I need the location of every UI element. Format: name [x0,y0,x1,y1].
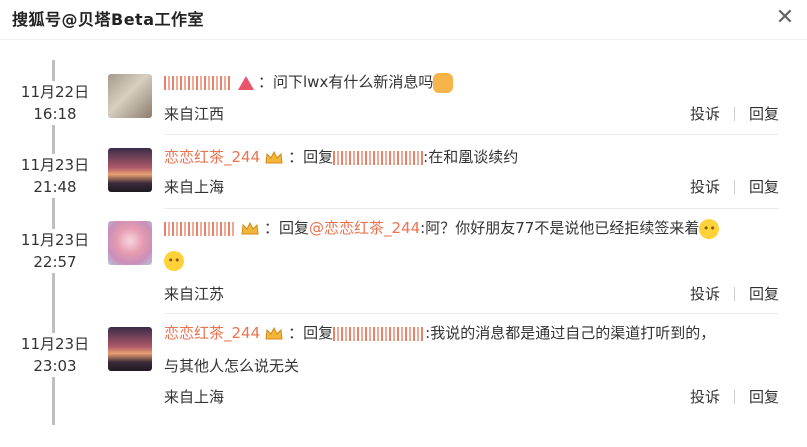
reply-button[interactable]: 回复 [749,283,779,305]
report-button[interactable]: 投诉 [690,386,720,408]
username-mosaic[interactable] [164,75,230,90]
comment-body-continued: •• [164,249,779,271]
comment-actions: 投诉 回复 [690,176,779,198]
username-mosaic[interactable] [164,221,236,236]
username-link[interactable]: 恋恋红茶_244 [164,148,260,166]
time-label: 22:57 [33,253,77,271]
report-button[interactable]: 投诉 [690,103,720,125]
avatar[interactable] [108,221,152,265]
avatar[interactable] [108,148,152,192]
comment-text: 与其他人怎么说无关 [164,357,300,375]
avatar[interactable] [108,74,152,118]
comment-date: 11月23日 21:48 [10,154,100,198]
comment-body: ：问下lwx有什么新消息吗 [164,71,779,93]
row-divider [164,208,779,209]
page-title: 搜狐号@贝塔Beta工作室 [12,10,204,29]
avatar[interactable] [108,327,152,371]
source-location: 来自上海 [164,388,225,406]
comment-body: 恋恋红茶_244 ：回复:在和凰谈续约 [164,148,519,166]
comment-body: ：回复@恋恋红茶_244:阿？你好朋友77不是说他已经拒续签来着 •• [164,217,779,239]
row-divider [164,134,779,135]
reply-button[interactable]: 回复 [749,103,779,125]
report-button[interactable]: 投诉 [690,176,720,198]
comment-text: :阿？你好朋友77不是说他已经拒续签来着 [420,219,700,237]
row-divider [164,313,779,314]
comment-actions: 投诉 回复 [690,283,779,305]
badge-icon [238,75,254,90]
comment-date: 11月23日 22:57 [10,229,100,273]
dog-emoji-icon [433,72,454,93]
header: 搜狐号@贝塔Beta工作室 ✕ [0,0,807,40]
mention-link[interactable]: @恋恋红茶_244 [309,219,420,237]
date-label: 11月23日 [20,231,90,249]
close-icon[interactable]: ✕ [773,6,797,30]
username-mosaic[interactable] [333,150,424,165]
source-location: 来自江西 [164,105,225,123]
divider [733,107,735,121]
comment-body: 恋恋红茶_244 ：回复:我说的消息都是通过自己的渠道打听到的， [164,324,716,342]
surprised-emoji-icon: •• [164,250,184,271]
comment-text: :我说的消息都是通过自己的渠道打听到的， [425,324,716,342]
source-location: 来自江苏 [164,285,225,303]
time-label: 16:18 [33,105,77,123]
comment-date: 11月22日 16:18 [10,81,100,125]
comment-date: 11月23日 23:03 [10,333,100,377]
surprised-emoji-icon: •• [699,218,720,239]
username-link[interactable]: 恋恋红茶_244 [164,324,260,342]
divider [733,390,735,404]
divider [733,180,735,194]
date-label: 11月23日 [20,335,90,353]
divider [733,287,735,301]
reply-button[interactable]: 回复 [749,176,779,198]
crown-icon [265,150,283,163]
reply-button[interactable]: 回复 [749,386,779,408]
crown-icon [265,326,283,339]
report-button[interactable]: 投诉 [690,283,720,305]
time-label: 23:03 [33,357,77,375]
time-label: 21:48 [33,178,77,196]
comment-actions: 投诉 回复 [690,386,779,408]
comment-body-continued: 与其他人怎么说无关 [164,355,779,377]
comment-actions: 投诉 回复 [690,103,779,125]
date-label: 11月22日 [20,83,90,101]
comment-text: :在和凰谈续约 [423,148,519,166]
source-location: 来自上海 [164,178,225,196]
date-label: 11月23日 [20,156,90,174]
comment-text: 问下lwx有什么新消息吗 [273,73,434,91]
crown-icon [241,221,259,234]
username-mosaic[interactable] [333,326,426,341]
